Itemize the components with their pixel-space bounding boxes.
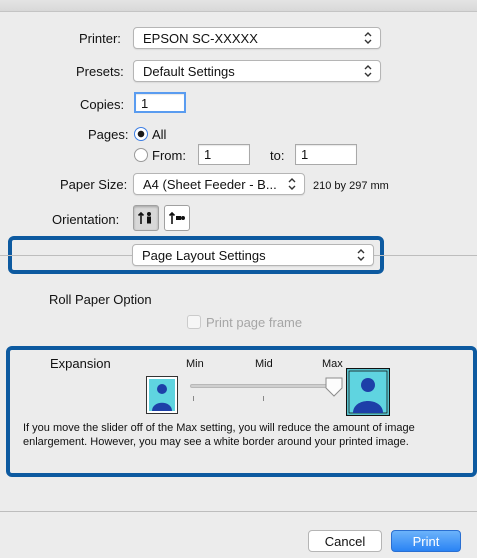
presets-label: Presets: (76, 64, 124, 79)
paper-size-label: Paper Size: (60, 177, 128, 192)
pages-from-radio[interactable] (134, 148, 148, 162)
popup-arrows-icon (357, 249, 365, 261)
section-popup[interactable]: Page Layout Settings (132, 244, 374, 266)
slider-min-label: Min (186, 358, 204, 370)
min-expansion-icon (146, 376, 178, 414)
copies-field[interactable]: 1 (134, 92, 186, 113)
max-expansion-icon (346, 368, 390, 416)
print-frame-checkbox[interactable] (187, 315, 201, 329)
print-button[interactable]: Print (391, 530, 461, 552)
portrait-orientation-icon (137, 211, 151, 224)
orientation-portrait-button[interactable] (133, 205, 159, 231)
print-frame-label: Print page frame (206, 315, 303, 330)
printer-popup-value: EPSON SC-XXXXX (143, 30, 258, 46)
pages-all-label: All (152, 127, 167, 142)
expansion-slider-knob[interactable] (324, 376, 344, 398)
printer-label: Printer: (79, 31, 121, 46)
expansion-title: Expansion (50, 356, 111, 371)
pages-to-field[interactable]: 1 (295, 144, 357, 165)
window-top-edge (0, 0, 477, 12)
slider-mid-label: Mid (255, 358, 273, 370)
presets-popup[interactable]: Default Settings (133, 60, 381, 82)
pages-label: Pages: (88, 127, 129, 142)
orientation-landscape-button[interactable] (164, 205, 190, 231)
cancel-button[interactable]: Cancel (308, 530, 382, 552)
landscape-orientation-icon (168, 211, 185, 224)
pages-all-radio[interactable] (134, 127, 148, 141)
slider-tick-min (193, 396, 194, 401)
section-popup-value: Page Layout Settings (142, 247, 266, 263)
roll-paper-title: Roll Paper Option (49, 292, 152, 307)
popup-arrows-icon (288, 178, 296, 190)
paper-size-popup-value: A4 (Sheet Feeder - B... (143, 176, 277, 192)
popup-arrows-icon (364, 32, 372, 44)
slider-tick-mid (263, 396, 264, 401)
copies-label: Copies: (80, 97, 125, 112)
footer-divider (0, 511, 477, 512)
slider-max-label: Max (322, 358, 343, 370)
pages-from-field[interactable]: 1 (198, 144, 250, 165)
pages-to-label: to: (270, 148, 285, 163)
expansion-description: If you move the slider off of the Max se… (23, 422, 415, 448)
presets-popup-value: Default Settings (143, 63, 235, 79)
pages-from-label: From: (152, 148, 186, 163)
orientation-label: Orientation: (52, 212, 120, 227)
printer-popup[interactable]: EPSON SC-XXXXX (133, 27, 381, 49)
expansion-slider-track[interactable] (190, 384, 338, 388)
paper-size-popup[interactable]: A4 (Sheet Feeder - B... (133, 173, 305, 195)
popup-arrows-icon (364, 65, 372, 77)
paper-dimensions: 210 by 297 mm (313, 180, 389, 192)
